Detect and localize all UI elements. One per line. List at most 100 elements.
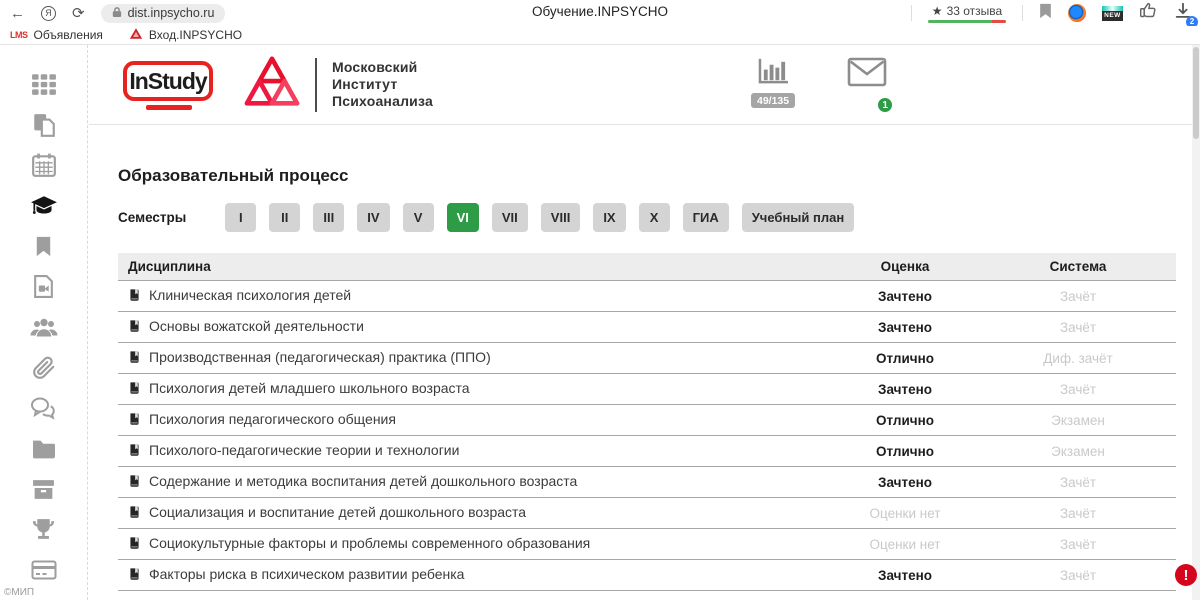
- system-cell: Экзамен: [980, 405, 1176, 436]
- sidebar-item-trophy-icon[interactable]: [30, 517, 58, 543]
- book-icon: [128, 474, 141, 491]
- grade-cell: Зачтено: [830, 467, 980, 498]
- discipline-cell[interactable]: Психолого-педагогические теории и технол…: [118, 436, 830, 467]
- grade-cell: Зачтено: [830, 281, 980, 312]
- sidebar-item-education-cap-icon[interactable]: [30, 193, 58, 219]
- sidebar-item-users-icon[interactable]: [30, 314, 58, 340]
- semester-tab-I[interactable]: I: [225, 203, 256, 232]
- institute-logo-block[interactable]: Московский Институт Психоанализа: [244, 56, 433, 113]
- discipline-cell[interactable]: Психология педагогического общения: [118, 405, 830, 436]
- browser-chrome: ← Я ⟳ dist.inpsycho.ru Обучение.INPSYCHO…: [0, 0, 1200, 26]
- discipline-cell[interactable]: Клиническая психология детей: [118, 281, 830, 312]
- semester-tab-II[interactable]: II: [269, 203, 300, 232]
- bookmark-flag-icon[interactable]: [1039, 3, 1052, 24]
- new-icon-label: NEW: [1102, 11, 1123, 21]
- sidebar-item-folder-icon[interactable]: [30, 436, 58, 462]
- site-reviews-button[interactable]: ★ 33 отзыва: [928, 4, 1006, 23]
- bookmark-announcements[interactable]: LMS Объявления: [10, 28, 103, 42]
- system-cell: Зачёт: [980, 529, 1176, 560]
- logo-divider: [315, 58, 317, 112]
- semester-tab-IX[interactable]: IX: [593, 203, 625, 232]
- sidebar-item-video-file-icon[interactable]: [30, 274, 58, 300]
- semester-filter: Семестры IIIIIIIVVVIVIIVIIIIXXГИАУчебный…: [118, 203, 1192, 232]
- discipline-row: Психология детей младшего школьного возр…: [118, 374, 1176, 405]
- sidebar-item-archive-icon[interactable]: [30, 476, 58, 502]
- instudy-logo[interactable]: InStudy: [118, 58, 218, 112]
- semester-tab-VIII[interactable]: VIII: [541, 203, 581, 232]
- downloads-icon[interactable]: 2: [1174, 2, 1192, 25]
- column-grade: Оценка: [830, 253, 980, 281]
- grade-cell: Зачтено: [830, 374, 980, 405]
- copyright-mip: ©МИП: [4, 587, 34, 598]
- grade-cell: Отлично: [830, 405, 980, 436]
- progress-stats-button[interactable]: 49/135: [751, 57, 795, 108]
- scrollbar-thumb[interactable]: [1193, 47, 1199, 139]
- discipline-row: Психолого-педагогические теории и технол…: [118, 436, 1176, 467]
- progress-badge: 49/135: [751, 93, 795, 108]
- back-icon[interactable]: ←: [10, 6, 25, 21]
- semester-tab-VII[interactable]: VII: [492, 203, 528, 232]
- grade-cell: Оценки нет: [830, 498, 980, 529]
- discipline-name: Психолого-педагогические теории и технол…: [149, 442, 459, 458]
- discipline-cell[interactable]: Психология детей младшего школьного возр…: [118, 374, 830, 405]
- instudy-logo-stand: [146, 105, 192, 110]
- discipline-name: Производственная (педагогическая) практи…: [149, 349, 491, 365]
- discipline-cell[interactable]: Социокультурные факторы и проблемы совре…: [118, 529, 830, 560]
- semester-tab-VI[interactable]: VI: [447, 203, 479, 232]
- book-icon: [128, 319, 141, 336]
- discipline-cell[interactable]: Социализация и воспитание детей дошкольн…: [118, 498, 830, 529]
- grade-cell: Отлично: [830, 343, 980, 374]
- sidebar-item-bookmark-icon[interactable]: [30, 233, 58, 259]
- lock-icon: [112, 6, 122, 21]
- column-discipline: Дисциплина: [118, 253, 830, 281]
- semester-tab-Учебный план[interactable]: Учебный план: [742, 203, 854, 232]
- grade-cell: Зачтено: [830, 312, 980, 343]
- page-scrollbar[interactable]: [1192, 45, 1200, 600]
- sidebar-item-chat-icon[interactable]: [30, 395, 58, 421]
- discipline-cell[interactable]: Факторы риска в психическом развитии реб…: [118, 560, 830, 591]
- refresh-icon[interactable]: ⟳: [72, 6, 85, 21]
- book-icon: [128, 536, 141, 553]
- system-cell: Зачёт: [980, 374, 1176, 405]
- institute-name: Московский Институт Психоанализа: [332, 59, 433, 110]
- discipline-row: Психология педагогического общенияОтличн…: [118, 405, 1176, 436]
- semester-tab-V[interactable]: V: [403, 203, 434, 232]
- sidebar-item-documents-icon[interactable]: [30, 112, 58, 138]
- alert-exclamation-button[interactable]: !: [1175, 564, 1197, 586]
- grade-cell: Оценки нет: [830, 529, 980, 560]
- bookmark-label: Объявления: [34, 28, 103, 42]
- semester-tab-X[interactable]: X: [639, 203, 670, 232]
- extension-color-icon[interactable]: [1068, 4, 1086, 22]
- discipline-row: Клиническая психология детейЗачтеноЗачёт: [118, 281, 1176, 312]
- bookmark-login-inpsycho[interactable]: Вход.INPSYCHO: [129, 27, 242, 43]
- discipline-cell[interactable]: Содержание и методика воспитания детей д…: [118, 467, 830, 498]
- book-icon: [128, 505, 141, 522]
- discipline-cell[interactable]: Производственная (педагогическая) практи…: [118, 343, 830, 374]
- semester-tab-IV[interactable]: IV: [357, 203, 389, 232]
- reviews-rating-bar: [928, 20, 1006, 23]
- grade-cell: Зачтено: [830, 560, 980, 591]
- main-content: InStudy Московский Институт Психоанализа: [89, 45, 1192, 600]
- book-icon: [128, 288, 141, 305]
- collections-hand-icon[interactable]: [1139, 1, 1158, 25]
- discipline-name: Социализация и воспитание детей дошкольн…: [149, 504, 526, 520]
- discipline-row: Социокультурные факторы и проблемы совре…: [118, 529, 1176, 560]
- discipline-row: Факторы риска в психическом развитии реб…: [118, 560, 1176, 591]
- system-cell: Экзамен: [980, 436, 1176, 467]
- page-title: Образовательный процесс: [118, 166, 1192, 186]
- semester-tab-III[interactable]: III: [313, 203, 344, 232]
- sidebar-item-card-icon[interactable]: [30, 557, 58, 583]
- address-bar[interactable]: dist.inpsycho.ru: [101, 4, 226, 23]
- sidebar-item-calendar-icon[interactable]: [30, 152, 58, 178]
- yandex-browser-icon[interactable]: Я: [41, 6, 56, 21]
- tab-title: Обучение.INPSYCHO: [532, 4, 668, 19]
- system-cell: Зачёт: [980, 498, 1176, 529]
- sidebar-item-paperclip-icon[interactable]: [30, 355, 58, 381]
- system-cell: Зачёт: [980, 312, 1176, 343]
- discipline-cell[interactable]: Основы вожатской деятельности: [118, 312, 830, 343]
- mip-triangles-logo: [244, 56, 300, 113]
- sidebar-item-apps-grid-icon[interactable]: [30, 71, 58, 97]
- semester-tab-ГИА[interactable]: ГИА: [683, 203, 729, 232]
- mail-button[interactable]: 1: [847, 57, 887, 108]
- extension-new-icon[interactable]: NEW: [1102, 6, 1123, 21]
